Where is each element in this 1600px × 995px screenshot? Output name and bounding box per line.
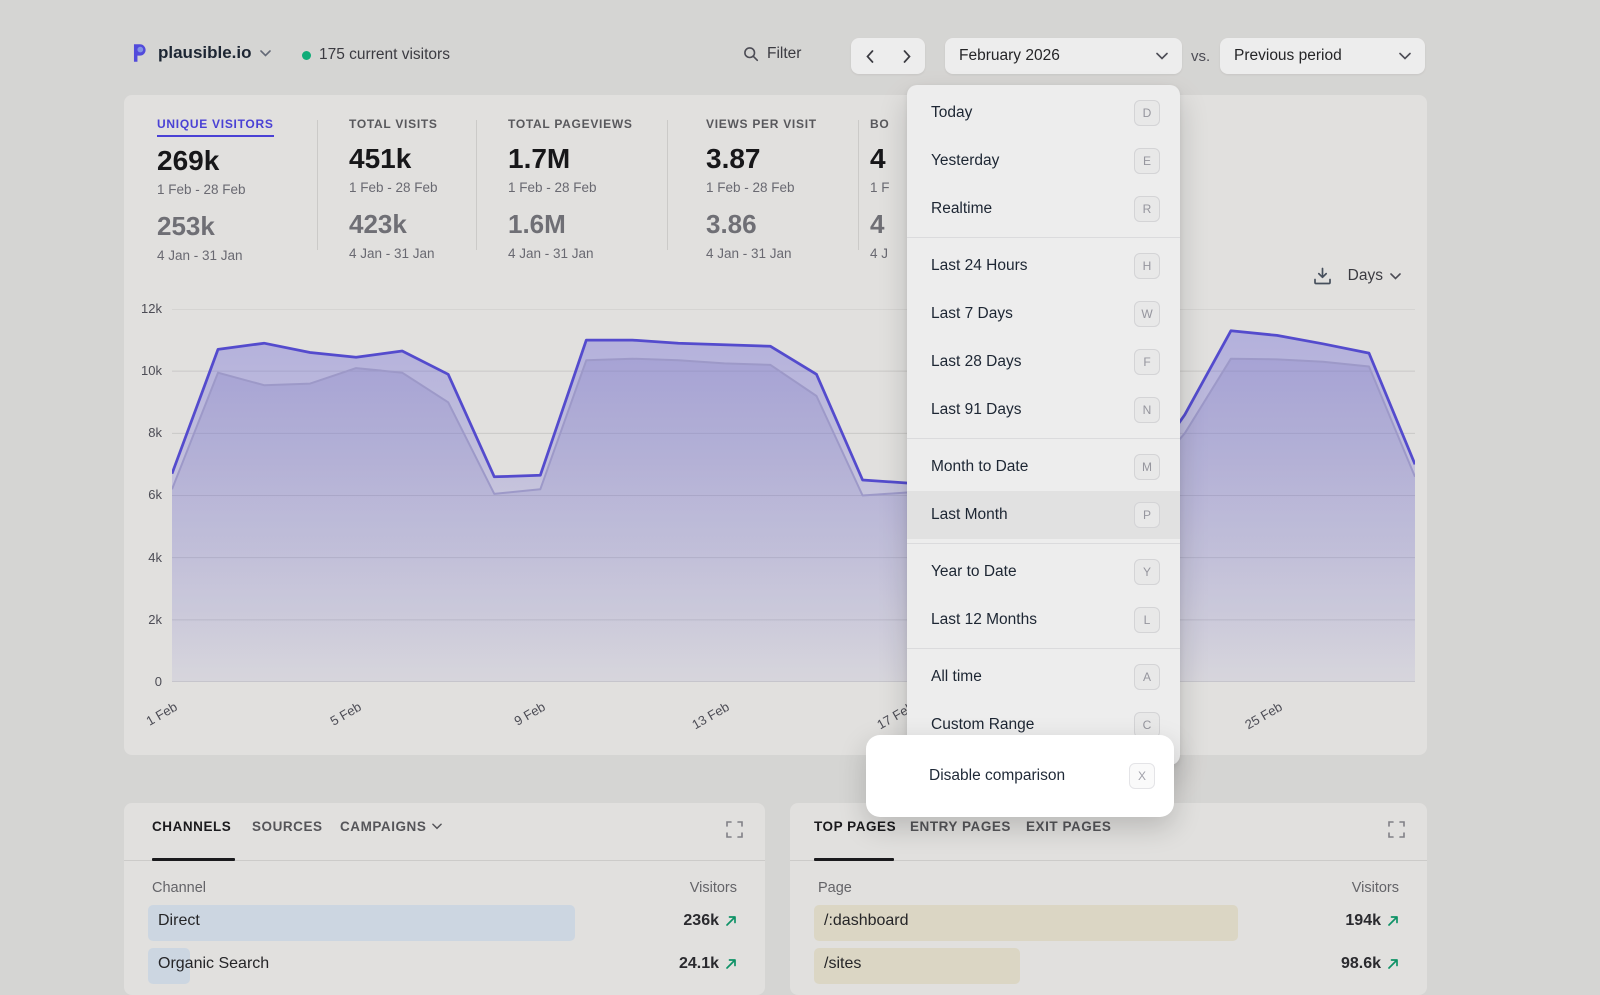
dim-overlay <box>0 0 1600 995</box>
menu-item-label: Disable comparison <box>929 767 1065 785</box>
menu-item-disable-comparison[interactable]: Disable comparison X <box>866 752 1174 800</box>
shortcut-badge: X <box>1129 763 1155 789</box>
plausible-dashboard: plausible.io 175 current visitors Filter… <box>0 0 1600 995</box>
disable-comparison-spotlight: Disable comparison X <box>866 735 1174 817</box>
